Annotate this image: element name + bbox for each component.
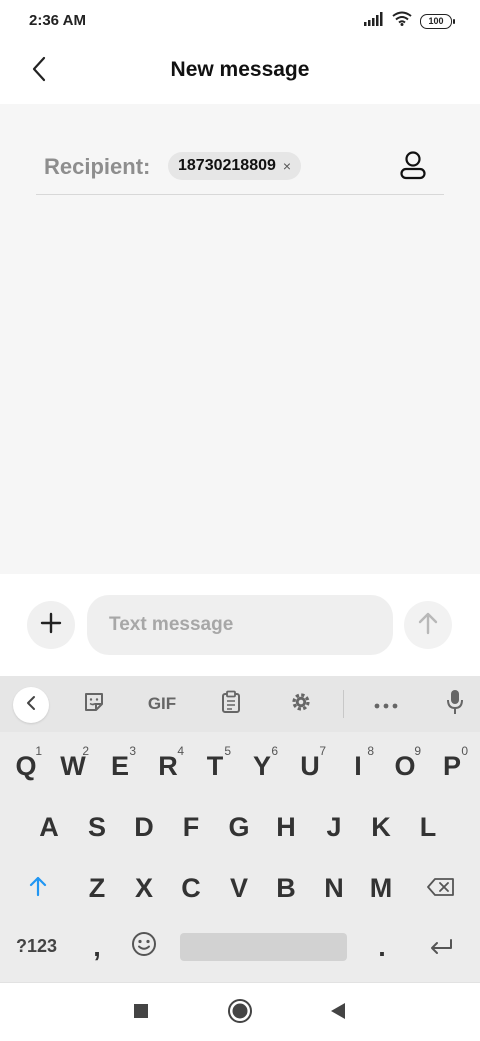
key-c[interactable]: C (171, 863, 211, 913)
status-icons: 100 (364, 11, 455, 31)
back-nav-button[interactable] (324, 999, 352, 1027)
period-key[interactable]: . (362, 922, 402, 972)
recipient-chip[interactable]: 18730218809 × (168, 152, 302, 180)
key-b[interactable]: B (266, 863, 306, 913)
clipboard-button[interactable] (213, 686, 249, 722)
recents-button[interactable] (127, 999, 155, 1027)
key-k[interactable]: K (361, 802, 401, 852)
enter-icon (428, 932, 454, 963)
key-s[interactable]: S (77, 802, 117, 852)
key-p[interactable]: P0 (432, 741, 472, 791)
gif-button[interactable]: GIF (140, 686, 184, 722)
key-w[interactable]: W2 (53, 741, 93, 791)
recipient-chip-number: 18730218809 (178, 157, 276, 174)
key-a[interactable]: A (29, 802, 69, 852)
voice-input-button[interactable] (437, 686, 473, 722)
signal-icon (364, 11, 384, 31)
page-title: New message (170, 58, 310, 81)
backspace-icon (426, 873, 456, 904)
key-h[interactable]: H (266, 802, 306, 852)
comma-key[interactable]: , (77, 922, 117, 972)
recipient-row[interactable]: Recipient: 18730218809 × (36, 136, 444, 195)
keyboard-toolbar: GIF (0, 676, 480, 732)
system-nav-bar (0, 982, 480, 1041)
back-triangle-icon (330, 1002, 346, 1025)
mic-icon (446, 689, 464, 720)
message-content-area: Recipient: 18730218809 × (0, 104, 480, 574)
sticker-icon (83, 691, 105, 718)
header: New message (0, 42, 480, 104)
contact-picker-button[interactable] (398, 150, 428, 184)
key-u[interactable]: U7 (290, 741, 330, 791)
message-input[interactable] (87, 595, 393, 655)
square-icon (133, 1003, 149, 1024)
person-icon (399, 150, 427, 185)
key-v[interactable]: V (219, 863, 259, 913)
status-time: 2:36 AM (29, 12, 86, 29)
chevron-left-icon (26, 695, 36, 716)
key-o[interactable]: O9 (385, 741, 425, 791)
keyboard: GIF Q 1 W 2 E 3 R 4 T 5 Y 6 U 7 I 8 O 9 … (0, 676, 480, 982)
more-button[interactable] (368, 686, 404, 722)
key-f[interactable]: F (171, 802, 211, 852)
key-d[interactable]: D (124, 802, 164, 852)
key-t[interactable]: T5 (195, 741, 235, 791)
key-g[interactable]: G (219, 802, 259, 852)
home-button[interactable] (226, 998, 254, 1029)
key-i[interactable]: I8 (338, 741, 378, 791)
gear-icon (289, 690, 313, 719)
shift-arrow-icon (28, 873, 48, 904)
key-z[interactable]: Z (77, 863, 117, 913)
wifi-icon (392, 11, 412, 31)
key-j[interactable]: J (314, 802, 354, 852)
arrow-up-icon (417, 611, 439, 640)
more-icon (374, 694, 398, 714)
symbols-key[interactable]: ?123 (16, 936, 57, 957)
key-x[interactable]: X (124, 863, 164, 913)
clipboard-icon (221, 690, 241, 719)
recipient-label: Recipient: (44, 154, 151, 179)
toolbar-divider (343, 690, 344, 718)
key-l[interactable]: L (408, 802, 448, 852)
key-y[interactable]: Y6 (242, 741, 282, 791)
key-r[interactable]: R4 (148, 741, 188, 791)
settings-button[interactable] (283, 686, 319, 722)
emoji-key[interactable] (124, 922, 164, 972)
attach-button[interactable] (27, 601, 75, 649)
battery-icon: 100 (420, 13, 455, 29)
composer-bar (0, 574, 480, 676)
keyboard-collapse-button[interactable] (13, 687, 49, 723)
key-m[interactable]: M (361, 863, 401, 913)
status-bar: 2:36 AM 100 (0, 0, 480, 42)
home-circle-icon (227, 998, 253, 1029)
shift-key[interactable] (18, 863, 58, 913)
key-q[interactable]: Q1 (6, 741, 46, 791)
plus-icon (40, 612, 62, 639)
backspace-key[interactable] (421, 863, 461, 913)
enter-key[interactable] (421, 922, 461, 972)
send-button[interactable] (404, 601, 452, 649)
key-e[interactable]: E3 (100, 741, 140, 791)
key-n[interactable]: N (314, 863, 354, 913)
chip-remove-icon[interactable]: × (283, 159, 291, 173)
space-key[interactable] (180, 933, 347, 961)
emoji-icon (131, 931, 157, 964)
sticker-button[interactable] (76, 686, 112, 722)
